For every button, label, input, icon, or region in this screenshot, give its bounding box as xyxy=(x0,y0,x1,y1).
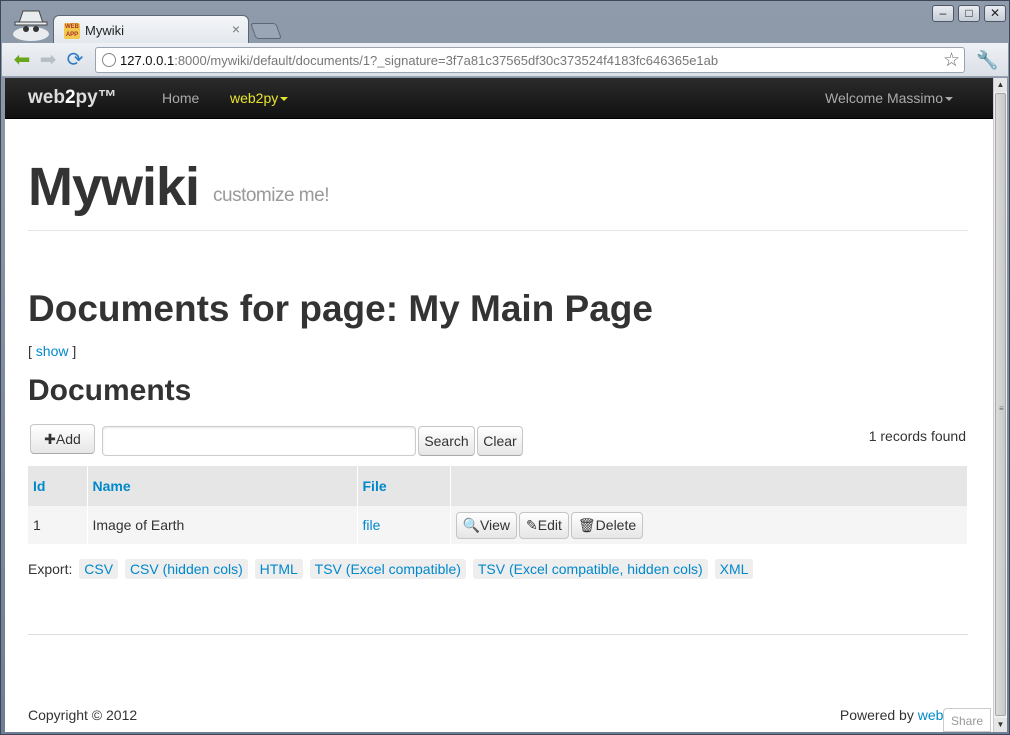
export-html[interactable]: HTML xyxy=(254,559,303,579)
edit-button[interactable]: ✎Edit xyxy=(519,511,569,539)
address-bar[interactable]: 127.0.0.1:8000/mywiki/default/documents/… xyxy=(95,47,965,73)
bookmark-star-icon[interactable]: ☆ xyxy=(943,49,960,72)
minimize-button[interactable]: ‒ xyxy=(932,5,954,22)
cell-name: Image of Earth xyxy=(87,506,358,544)
page-viewport: web2py™ Home web2py Welcome Massimo Mywi… xyxy=(5,78,993,732)
header-divider xyxy=(28,230,968,231)
export-csv-hidden[interactable]: CSV (hidden cols) xyxy=(124,559,248,579)
brand-logo[interactable]: web2py™ xyxy=(28,87,117,109)
web2py-favicon-icon: WEB APP xyxy=(64,23,80,39)
caret-down-icon xyxy=(945,97,953,102)
show-bracket-close: ] xyxy=(68,343,77,359)
export-xml[interactable]: XML xyxy=(714,559,754,579)
scroll-down-arrow-icon[interactable]: ▼ xyxy=(994,718,1007,732)
url-text: 127.0.0.1:8000/mywiki/default/documents/… xyxy=(120,53,718,68)
wrench-menu-icon[interactable]: 🔧 xyxy=(976,50,998,71)
nav-web2py-label: web2py xyxy=(230,90,279,106)
vertical-scrollbar[interactable]: ▲ ≡ ▼ xyxy=(993,78,1007,732)
export-csv[interactable]: CSV xyxy=(79,559,119,579)
grip-icon: ≡ xyxy=(999,404,1004,413)
add-button[interactable]: ✚Add xyxy=(30,424,95,454)
column-header-file[interactable]: File xyxy=(357,466,451,506)
caret-down-icon xyxy=(280,97,289,102)
url-path: :8000/mywiki/default/documents/1?_signat… xyxy=(174,53,719,68)
share-button[interactable]: Share xyxy=(943,708,991,732)
clear-button[interactable]: Clear xyxy=(477,426,523,456)
zoom-icon: 🔍 xyxy=(462,516,480,533)
welcome-label: Welcome Massimo xyxy=(825,90,943,106)
url-host: 127.0.0.1 xyxy=(120,53,175,68)
trash-icon: 🗑 xyxy=(577,516,596,533)
tab-title: Mywiki xyxy=(85,23,124,38)
reload-icon[interactable]: ⟳ xyxy=(64,50,86,70)
table-row: 1 Image of Earth file 🔍View ✎Edit 🗑Delete xyxy=(28,506,968,544)
show-bracket-open: [ xyxy=(28,343,36,359)
tab-mywiki[interactable]: WEB APP Mywiki × xyxy=(53,15,249,43)
view-button[interactable]: 🔍View xyxy=(455,511,518,539)
scroll-thumb[interactable]: ≡ xyxy=(995,93,1006,716)
new-tab-button[interactable] xyxy=(250,23,282,39)
browser-window: WEB APP Mywiki × ‒ □ ✕ ⬅ ➡ ⟳ 127.0.0.1:8… xyxy=(0,0,1010,735)
plus-icon: ✚ xyxy=(44,431,56,447)
brand-bold: 2 xyxy=(64,87,76,108)
user-menu[interactable]: Welcome Massimo xyxy=(825,90,953,106)
nav-home-link[interactable]: Home xyxy=(162,90,199,106)
scroll-up-arrow-icon[interactable]: ▲ xyxy=(994,78,1007,92)
tab-strip: WEB APP Mywiki × ‒ □ ✕ xyxy=(1,1,1009,43)
nav-web2py-menu[interactable]: web2py xyxy=(230,90,289,106)
delete-button[interactable]: 🗑Delete xyxy=(570,511,644,539)
search-input[interactable] xyxy=(102,426,416,456)
documents-table: Id Name File 1 Image of Earth file 🔍View… xyxy=(28,466,968,544)
file-link[interactable]: file xyxy=(363,517,381,533)
documents-heading: Documents xyxy=(28,374,192,407)
footer-divider xyxy=(28,634,968,635)
column-header-actions xyxy=(450,466,968,506)
show-toggle: [ show ] xyxy=(28,343,76,359)
show-link[interactable]: show xyxy=(36,343,69,359)
globe-icon xyxy=(102,53,116,67)
export-label: Export: xyxy=(28,561,73,577)
forward-arrow-icon[interactable]: ➡ xyxy=(37,50,59,70)
table-header-row: Id Name File xyxy=(28,466,968,506)
records-count: 1 records found xyxy=(868,428,966,444)
export-tsv-hidden[interactable]: TSV (Excel compatible, hidden cols) xyxy=(472,559,708,579)
browser-toolbar: ⬅ ➡ ⟳ 127.0.0.1:8000/mywiki/default/docu… xyxy=(2,43,1008,77)
back-arrow-icon[interactable]: ⬅ xyxy=(11,50,33,70)
export-bar: Export: CSV CSV (hidden cols) HTML TSV (… xyxy=(28,559,754,579)
export-tsv[interactable]: TSV (Excel compatible) xyxy=(309,559,466,579)
site-subtitle: customize me! xyxy=(213,185,329,206)
copyright: Copyright © 2012 xyxy=(28,707,138,723)
cell-file: file xyxy=(357,506,451,544)
add-button-label: Add xyxy=(55,431,81,447)
cell-actions: 🔍View ✎Edit 🗑Delete xyxy=(450,506,968,544)
maximize-button[interactable]: □ xyxy=(958,5,980,22)
column-header-name[interactable]: Name xyxy=(87,466,358,506)
column-header-id[interactable]: Id xyxy=(28,466,88,506)
close-window-button[interactable]: ✕ xyxy=(984,5,1006,22)
powered-by-label: Powered by xyxy=(839,707,918,723)
brand-pre: web xyxy=(28,87,65,108)
cell-id: 1 xyxy=(28,506,88,544)
pencil-icon: ✎ xyxy=(526,516,538,533)
search-button[interactable]: Search xyxy=(418,426,475,456)
top-navbar: web2py™ Home web2py Welcome Massimo xyxy=(5,78,993,119)
view-button-label: View xyxy=(479,516,511,533)
page-heading: Documents for page: My Main Page xyxy=(28,288,653,329)
delete-button-label: Delete xyxy=(595,516,637,533)
site-title: Mywiki xyxy=(28,157,200,217)
brand-post: py™ xyxy=(75,87,117,108)
incognito-icon xyxy=(13,10,49,41)
edit-button-label: Edit xyxy=(537,516,562,533)
tab-close-icon[interactable]: × xyxy=(232,21,240,37)
